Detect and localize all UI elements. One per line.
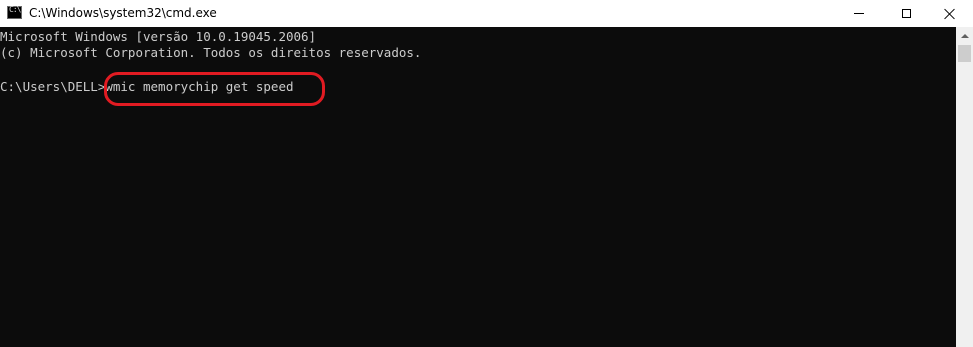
window-title: C:\Windows\system32\cmd.exe: [29, 6, 217, 20]
close-icon: [944, 8, 956, 20]
arrow-up-icon: [960, 33, 969, 38]
console-output[interactable]: Microsoft Windows [versão 10.0.19045.200…: [0, 27, 956, 347]
console-line-copyright: (c) Microsoft Corporation. Todos os dire…: [0, 45, 422, 60]
close-button[interactable]: [927, 0, 973, 27]
title-bar[interactable]: C:\ C:\Windows\system32\cmd.exe: [0, 0, 973, 27]
maximize-icon: [901, 9, 911, 18]
cmd-icon[interactable]: C:\: [7, 5, 22, 19]
minimize-icon: [854, 13, 864, 14]
cmd-icon-glyph: C:\: [9, 5, 21, 14]
cmd-window: C:\ C:\Windows\system32\cmd.exe Microsof…: [0, 0, 973, 347]
scroll-up-button[interactable]: [956, 27, 973, 44]
console-line-command: C:\Users\DELL>wmic memorychip get speed: [0, 79, 294, 94]
vertical-scrollbar[interactable]: [956, 27, 973, 347]
maximize-button[interactable]: [883, 0, 929, 27]
minimize-button[interactable]: [836, 0, 882, 27]
scroll-thumb[interactable]: [958, 45, 971, 62]
